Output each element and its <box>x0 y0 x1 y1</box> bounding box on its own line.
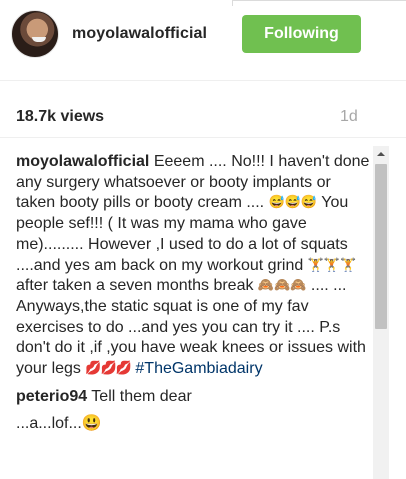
grinning-sweat-emoji: 😅😅😅 <box>268 194 318 210</box>
comment-text: Tell them dear <box>91 387 192 405</box>
post-time[interactable]: 1d <box>340 108 358 126</box>
hashtag-link[interactable]: #TheGambiadairy <box>135 360 262 377</box>
header-border-line-vertical <box>232 0 233 6</box>
avatar[interactable] <box>11 10 59 58</box>
comment: peterio94 Tell them dear <box>16 387 371 408</box>
comment-author[interactable]: peterio94 <box>16 388 87 405</box>
comments-scrollbar[interactable] <box>373 146 389 479</box>
comment-list: moyolawalofficial Eeeem .... No!!! I hav… <box>16 152 371 479</box>
see-no-evil-monkey-emoji: 🙈🙈🙈 <box>257 277 307 293</box>
view-count[interactable]: 18.7k views <box>16 108 104 126</box>
following-button[interactable]: Following <box>242 15 361 53</box>
weightlifter-emoji: 🏋🏋🏋 <box>307 256 357 272</box>
scrollbar-thumb[interactable] <box>375 164 387 329</box>
comment-author[interactable]: moyolawalofficial <box>16 153 149 170</box>
kiss-mark-emoji: 💋💋💋 <box>85 360 132 376</box>
chevron-up-icon[interactable] <box>373 146 389 162</box>
post-username[interactable]: moyolawalofficial <box>72 25 207 43</box>
comment-text: ...a...lof...😃 <box>16 415 102 433</box>
header-border-line <box>232 0 406 1</box>
comment: ...a...lof...😃 <box>16 414 371 435</box>
comment-caption: moyolawalofficial Eeeem .... No!!! I hav… <box>16 152 371 380</box>
comment-text: after taken a seven months break <box>16 277 258 295</box>
post-header: moyolawalofficial Following <box>0 0 406 80</box>
header-divider <box>0 80 406 81</box>
stats-divider <box>0 137 406 138</box>
